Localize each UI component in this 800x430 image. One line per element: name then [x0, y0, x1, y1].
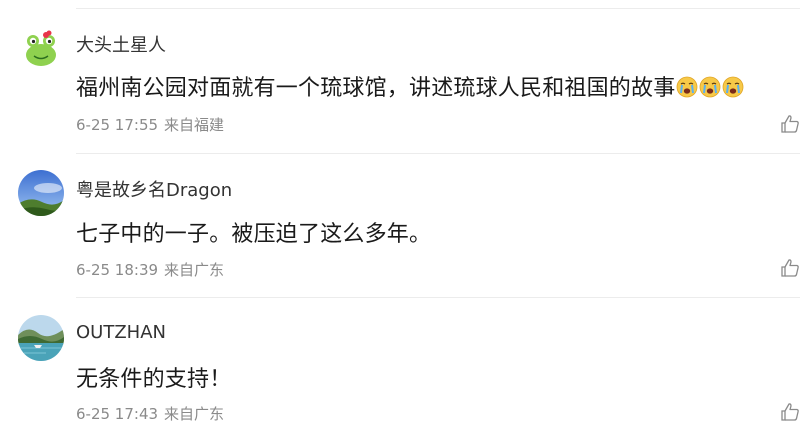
avatar[interactable]: [18, 24, 64, 70]
comment-text: 七子中的一子。被压迫了这么多年。: [76, 222, 432, 247]
divider: [76, 153, 800, 154]
thumbs-up-icon: [781, 115, 799, 133]
comment-meta: 6-25 17:55 来自福建: [76, 114, 224, 135]
comment-text: 福州南公园对面就有一个琉球馆，讲述琉球人民和祖国的故事: [76, 70, 745, 104]
avatar[interactable]: [18, 170, 64, 216]
comment-text: 无条件的支持！: [76, 367, 232, 392]
divider: [76, 297, 800, 298]
thumbs-up-icon: [781, 259, 799, 277]
comment-location: 来自福建: [164, 116, 225, 134]
like-button[interactable]: [780, 258, 800, 278]
comment-meta: 6-25 18:39 来自广东: [76, 259, 224, 280]
landscape-avatar-icon: [18, 170, 64, 216]
comment-location: 来自广东: [164, 405, 225, 423]
comment-list: 大头土星人 福州南公园对面就有一个琉球馆，讲述琉球人民和祖国的故事 6-25 1…: [0, 0, 800, 430]
comment-location: 来自广东: [164, 261, 225, 279]
username[interactable]: OUTZHAN: [76, 322, 166, 343]
comment-text-body: 福州南公园对面就有一个琉球馆，讲述琉球人民和祖国的故事: [76, 76, 676, 101]
like-button[interactable]: [780, 114, 800, 134]
username[interactable]: 大头土星人: [76, 31, 166, 57]
crying-face-icon: [700, 76, 721, 98]
crying-face-icon: [677, 76, 698, 98]
divider: [76, 8, 800, 9]
like-button[interactable]: [780, 402, 800, 422]
frog-avatar-icon: [18, 24, 64, 70]
comment-meta: 6-25 17:43 来自广东: [76, 403, 224, 424]
comment-time: 6-25 18:39: [76, 261, 159, 279]
username[interactable]: 粤是故乡名Dragon: [76, 176, 232, 202]
emoji-group: [676, 76, 745, 104]
thumbs-up-icon: [781, 403, 799, 421]
lake-avatar-icon: [18, 315, 64, 361]
comment-time: 6-25 17:55: [76, 116, 159, 134]
crying-face-icon: [723, 76, 744, 98]
avatar[interactable]: [18, 315, 64, 361]
comment-time: 6-25 17:43: [76, 405, 159, 423]
